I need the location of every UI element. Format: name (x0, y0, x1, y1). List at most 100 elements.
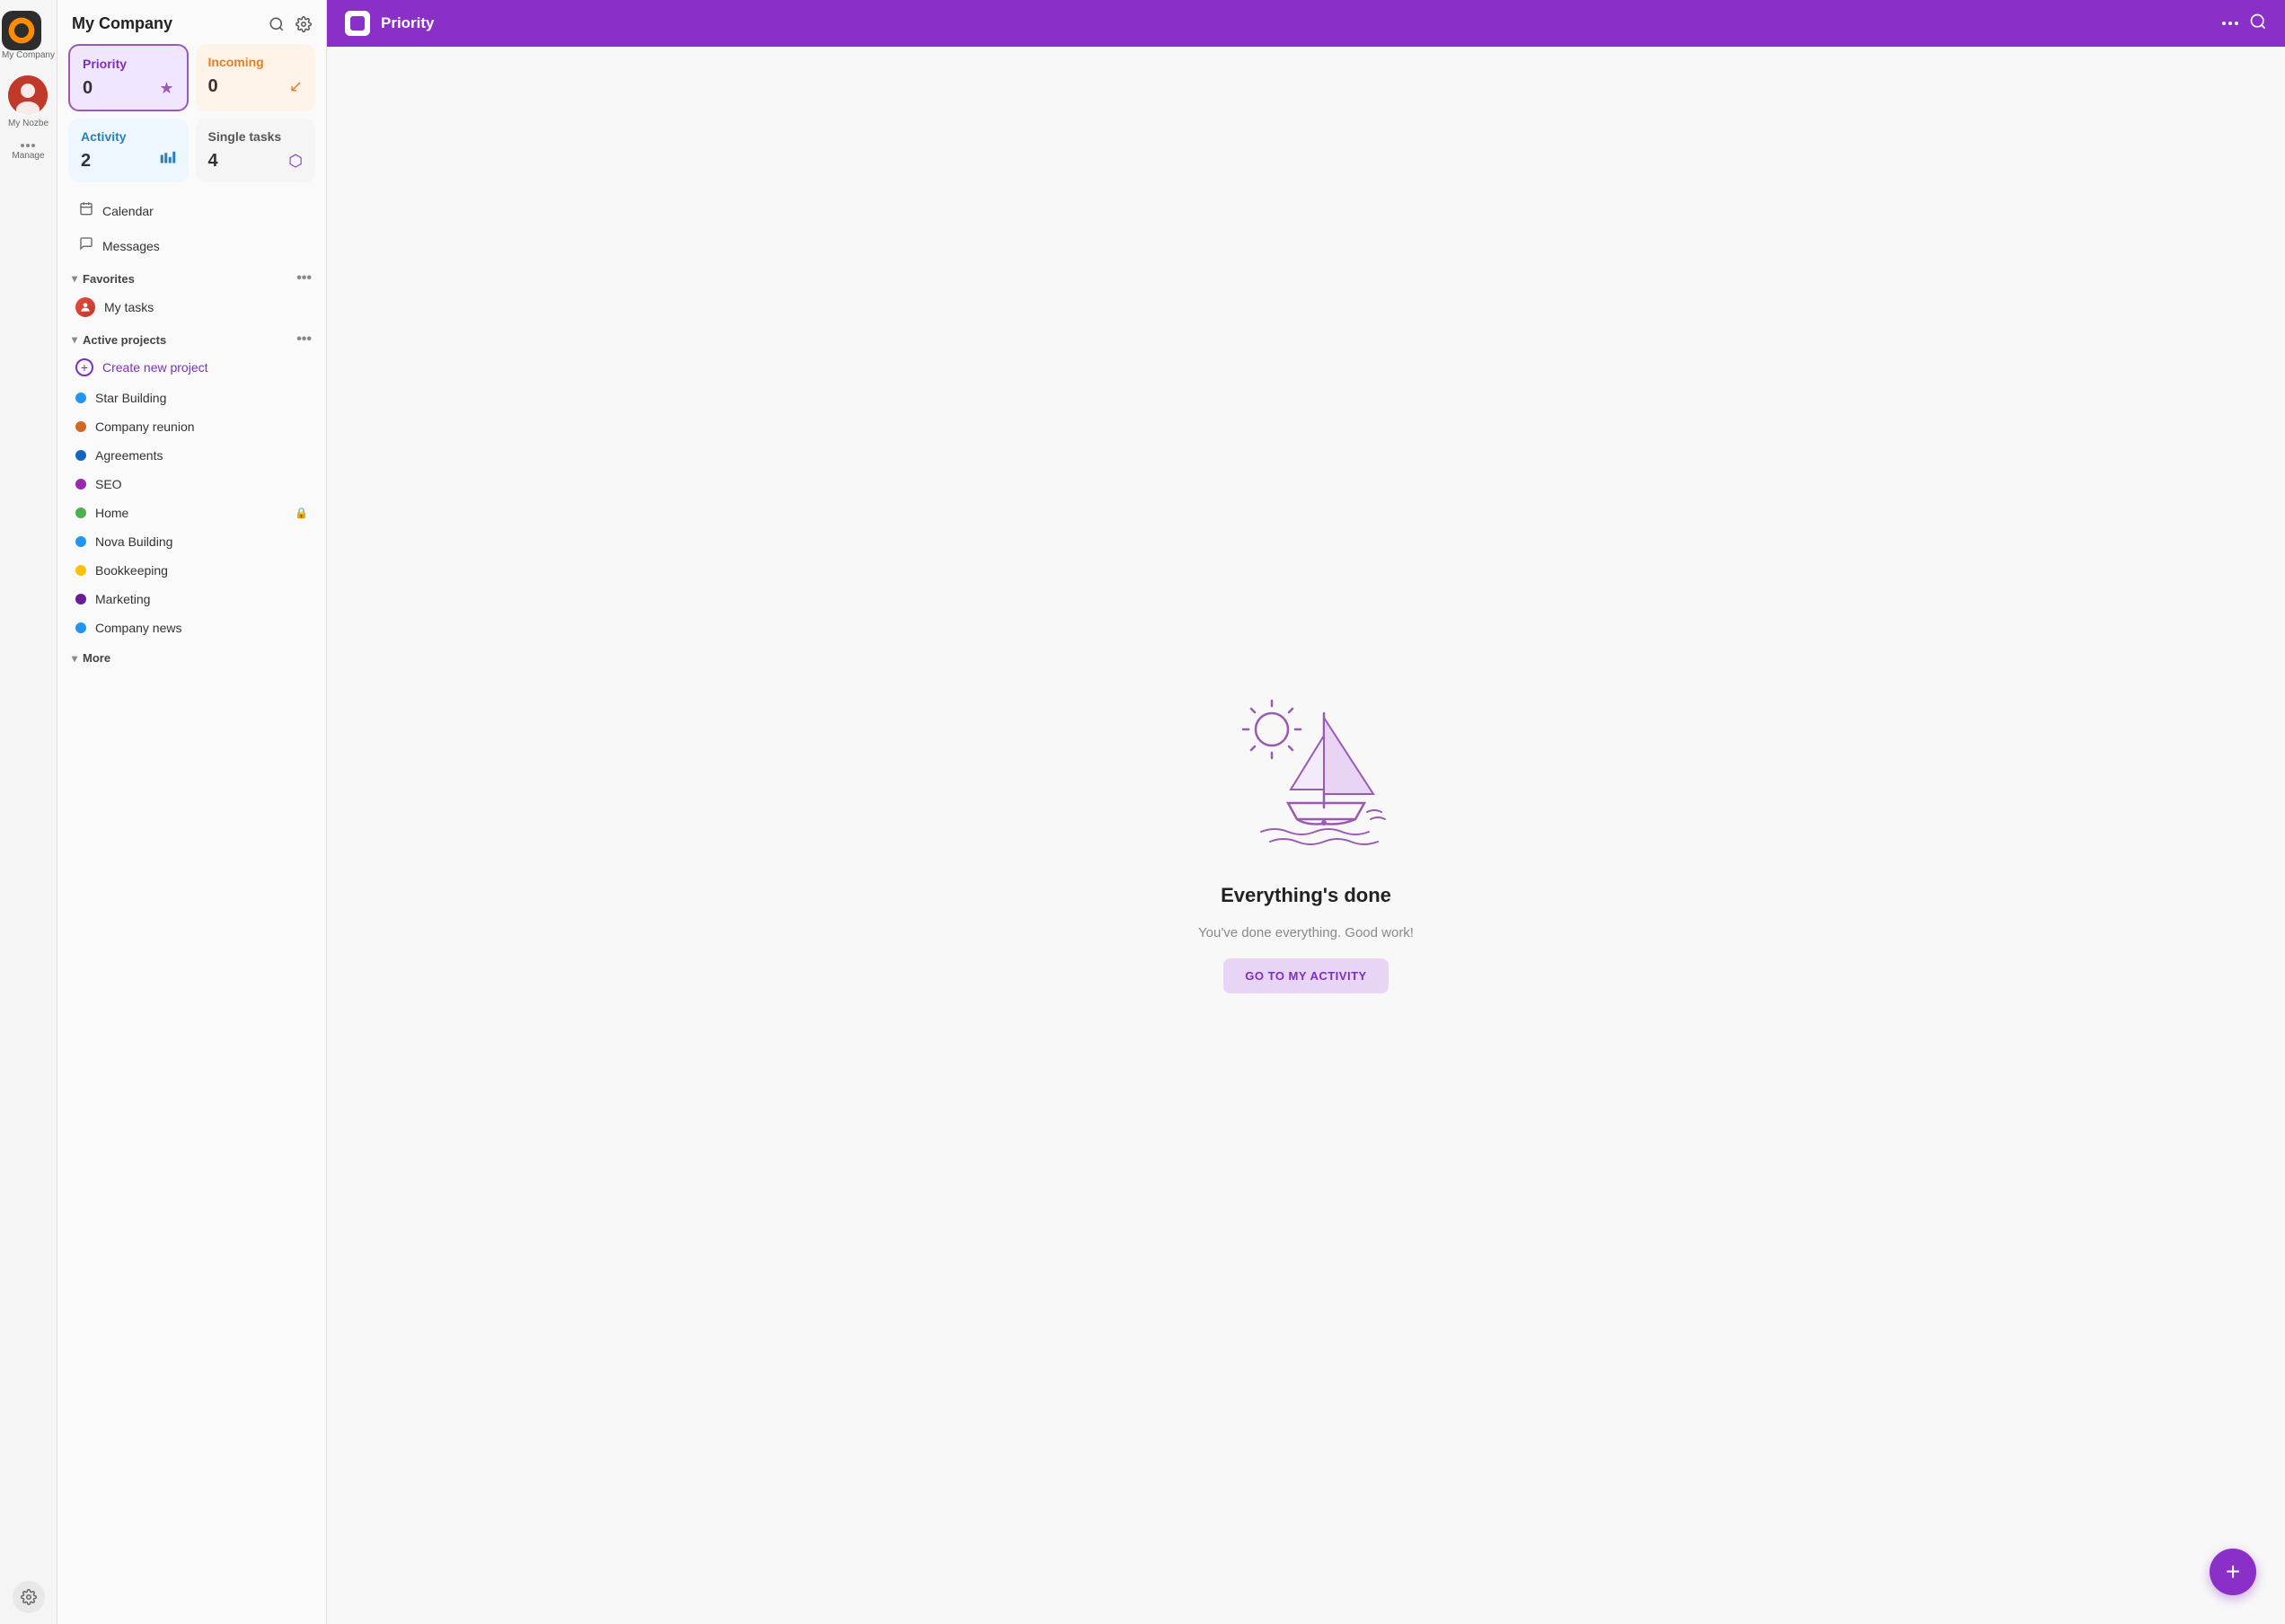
sidebar-nav: Calendar Messages ▾ Favorites ••• (57, 190, 326, 1624)
header-more-button[interactable] (2222, 22, 2238, 25)
empty-state: Everything's done You've done everything… (327, 47, 2285, 1624)
project-item-nova-building[interactable]: Nova Building (61, 527, 322, 556)
single-tasks-card[interactable]: Single tasks 4 ⬡ (196, 119, 316, 182)
manage-label: Manage (12, 151, 44, 162)
project-dot (75, 565, 86, 576)
fab-icon: + (2226, 1558, 2240, 1586)
sailboat-illustration (1207, 677, 1405, 857)
project-dot (75, 450, 86, 461)
active-projects-header: ▾ Active projects ••• (57, 324, 326, 351)
incoming-icon: ↙ (289, 77, 303, 96)
calendar-icon (79, 201, 93, 220)
sidebar-title: My Company (72, 14, 172, 33)
single-tasks-footer: 4 ⬡ (208, 151, 304, 172)
header-search-button[interactable] (2249, 13, 2267, 35)
fab-button[interactable]: + (2210, 1549, 2256, 1595)
project-name: Agreements (95, 448, 308, 463)
search-button[interactable] (269, 16, 285, 32)
quick-access-cards: Priority 0 ★ Incoming 0 ↙ Activity 2 (57, 44, 326, 190)
my-tasks-avatar (75, 297, 95, 317)
project-dot (75, 536, 86, 547)
project-name: Bookkeeping (95, 563, 308, 578)
more-toggle: ▾ (72, 652, 77, 665)
active-projects-toggle[interactable]: ▾ (72, 333, 77, 346)
lock-icon: 🔒 (295, 507, 308, 519)
priority-star-icon: ★ (159, 79, 173, 98)
project-item-star-building[interactable]: Star Building (61, 384, 322, 412)
calendar-label: Calendar (102, 204, 154, 218)
sidebar-actions (269, 16, 312, 32)
activity-card-footer: 2 (81, 151, 176, 172)
priority-card[interactable]: Priority 0 ★ (68, 44, 189, 111)
project-item-seo[interactable]: SEO (61, 470, 322, 499)
main-header: Priority (327, 0, 2285, 47)
single-tasks-icon: ⬡ (288, 152, 303, 171)
project-name: Company news (95, 621, 308, 635)
project-dot (75, 594, 86, 605)
favorites-section-header: ▾ Favorites ••• (57, 263, 326, 290)
incoming-count: 0 (208, 76, 218, 97)
sidebar-item-my-tasks[interactable]: My tasks (61, 290, 322, 324)
icon-bar: My Company My Nozbe Manage (0, 0, 57, 1624)
create-project-label: Create new project (102, 360, 208, 375)
activity-card[interactable]: Activity 2 (68, 119, 189, 182)
sidebar-item-calendar[interactable]: Calendar (65, 193, 319, 228)
global-settings[interactable] (13, 1581, 45, 1613)
favorites-label: Favorites (83, 272, 135, 286)
favorites-more-button[interactable]: ••• (296, 270, 312, 287)
favorites-toggle[interactable]: ▾ (72, 272, 77, 285)
project-dot (75, 393, 86, 403)
more-label: More (83, 651, 110, 665)
project-dot (75, 622, 86, 633)
messages-label: Messages (102, 239, 160, 253)
project-dot (75, 508, 86, 518)
project-item-home[interactable]: Home 🔒 (61, 499, 322, 527)
priority-card-label: Priority (83, 57, 174, 71)
single-tasks-count: 4 (208, 151, 218, 172)
incoming-card-footer: 0 ↙ (208, 76, 304, 97)
empty-state-title: Everything's done (1221, 884, 1391, 907)
messages-icon (79, 236, 93, 255)
company-name: My Company (2, 50, 55, 61)
sidebar-item-messages[interactable]: Messages (65, 228, 319, 263)
project-item-bookkeeping[interactable]: Bookkeeping (61, 556, 322, 585)
activity-count: 2 (81, 151, 91, 172)
empty-state-subtitle: You've done everything. Good work! (1198, 925, 1414, 940)
incoming-card-label: Incoming (208, 55, 304, 69)
create-new-project-button[interactable]: + Create new project (61, 351, 322, 384)
project-dot (75, 479, 86, 490)
main-content: Priority (327, 0, 2285, 1624)
sidebar-header: My Company (57, 0, 326, 44)
go-to-activity-button[interactable]: GO TO MY ACTIVITY (1223, 958, 1388, 993)
more-section[interactable]: ▾ More (57, 642, 326, 674)
manage-button[interactable]: Manage (12, 144, 44, 162)
project-name: SEO (95, 477, 308, 491)
project-name: Nova Building (95, 534, 308, 549)
single-tasks-label: Single tasks (208, 129, 304, 144)
active-projects-more-button[interactable]: ••• (296, 331, 312, 348)
incoming-card[interactable]: Incoming 0 ↙ (196, 44, 316, 111)
main-header-title: Priority (381, 14, 2211, 32)
company-logo[interactable]: My Company (2, 11, 55, 61)
sidebar: My Company Priority 0 ★ In (57, 0, 327, 1624)
settings-button[interactable] (296, 16, 312, 32)
user-label: My Nozbe (8, 119, 49, 129)
user-avatar[interactable]: My Nozbe (8, 75, 49, 129)
my-tasks-label: My tasks (104, 300, 308, 314)
project-item-company-news[interactable]: Company news (61, 613, 322, 642)
activity-icon (160, 151, 176, 172)
project-dot (75, 421, 86, 432)
priority-icon (345, 11, 370, 36)
project-item-company-reunion[interactable]: Company reunion (61, 412, 322, 441)
project-name: Star Building (95, 391, 308, 405)
activity-card-label: Activity (81, 129, 176, 144)
project-name: Company reunion (95, 419, 308, 434)
project-item-marketing[interactable]: Marketing (61, 585, 322, 613)
project-item-agreements[interactable]: Agreements (61, 441, 322, 470)
priority-card-footer: 0 ★ (83, 78, 174, 99)
active-projects-label: Active projects (83, 333, 166, 347)
project-name: Marketing (95, 592, 308, 606)
plus-circle-icon: + (75, 358, 93, 376)
priority-count: 0 (83, 78, 93, 99)
project-name: Home (95, 506, 286, 520)
